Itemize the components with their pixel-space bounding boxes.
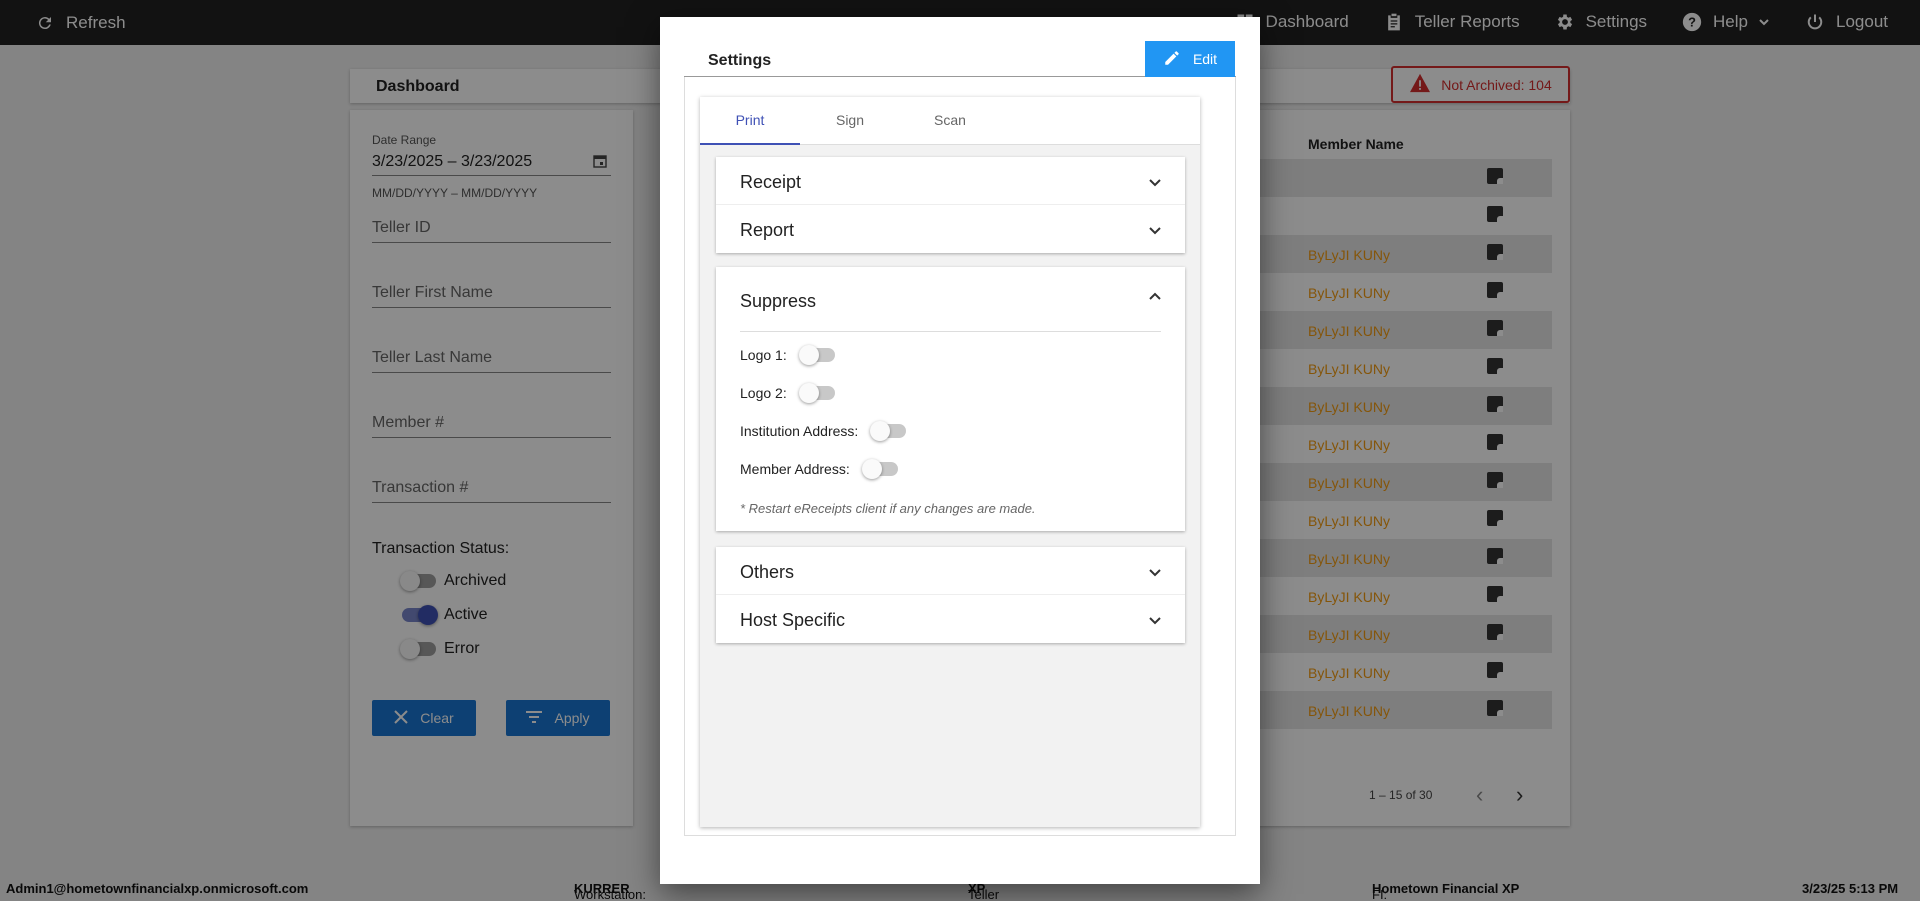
institution-address-toggle[interactable] [870,421,907,441]
tab-print[interactable]: Print [700,97,800,145]
logo2-label: Logo 2: [740,385,787,401]
institution-address-label: Institution Address: [740,423,859,439]
report-panel-header[interactable]: Report [716,205,1185,253]
chevron-down-icon [1149,179,1161,187]
settings-dialog: Settings Edit Print Sign Scan Receipt Re… [660,17,1260,884]
institution-address-option: Institution Address: [740,421,907,441]
host-specific-panel-title: Host Specific [740,610,846,630]
chevron-down-icon [1149,227,1161,235]
report-panel-title: Report [740,220,795,240]
suppress-panel-title: Suppress [740,291,817,311]
print-panels-bottom: Others Host Specific [716,547,1185,643]
print-panels-top: Receipt Report [716,157,1185,253]
suppress-panel-header[interactable]: Suppress [716,267,1185,331]
chevron-up-icon [1149,292,1161,300]
tab-bar: Print Sign Scan [700,97,1200,145]
host-specific-panel-header[interactable]: Host Specific [716,595,1185,643]
others-panel-header[interactable]: Others [716,547,1185,595]
receipt-panel-title: Receipt [740,172,802,192]
receipt-panel-header[interactable]: Receipt [716,157,1185,205]
logo2-option: Logo 2: [740,383,835,403]
tab-sign[interactable]: Sign [800,97,900,145]
suppress-divider [740,331,1161,332]
logo1-toggle[interactable] [798,345,835,365]
logo2-toggle[interactable] [798,383,835,403]
dialog-body: Print Sign Scan Receipt Report Suppress [684,77,1236,836]
member-address-label: Member Address: [740,461,850,477]
chevron-down-icon [1149,617,1161,625]
suppress-panel: Suppress Logo 1: Logo 2: Institution Add… [716,267,1185,531]
chevron-down-icon [1149,569,1161,577]
settings-tabs-container: Print Sign Scan Receipt Report Suppress [700,97,1200,827]
edit-button[interactable]: Edit [1145,41,1235,77]
pencil-icon [1163,49,1181,70]
logo1-option: Logo 1: [740,345,835,365]
tab-scan[interactable]: Scan [900,97,1000,145]
logo1-label: Logo 1: [740,347,787,363]
edit-label: Edit [1192,51,1218,67]
member-address-option: Member Address: [740,459,898,479]
others-panel-title: Others [740,562,795,582]
member-address-toggle[interactable] [861,459,898,479]
restart-note: * Restart eReceipts client if any change… [740,501,1036,516]
dialog-title: Settings [708,52,772,69]
